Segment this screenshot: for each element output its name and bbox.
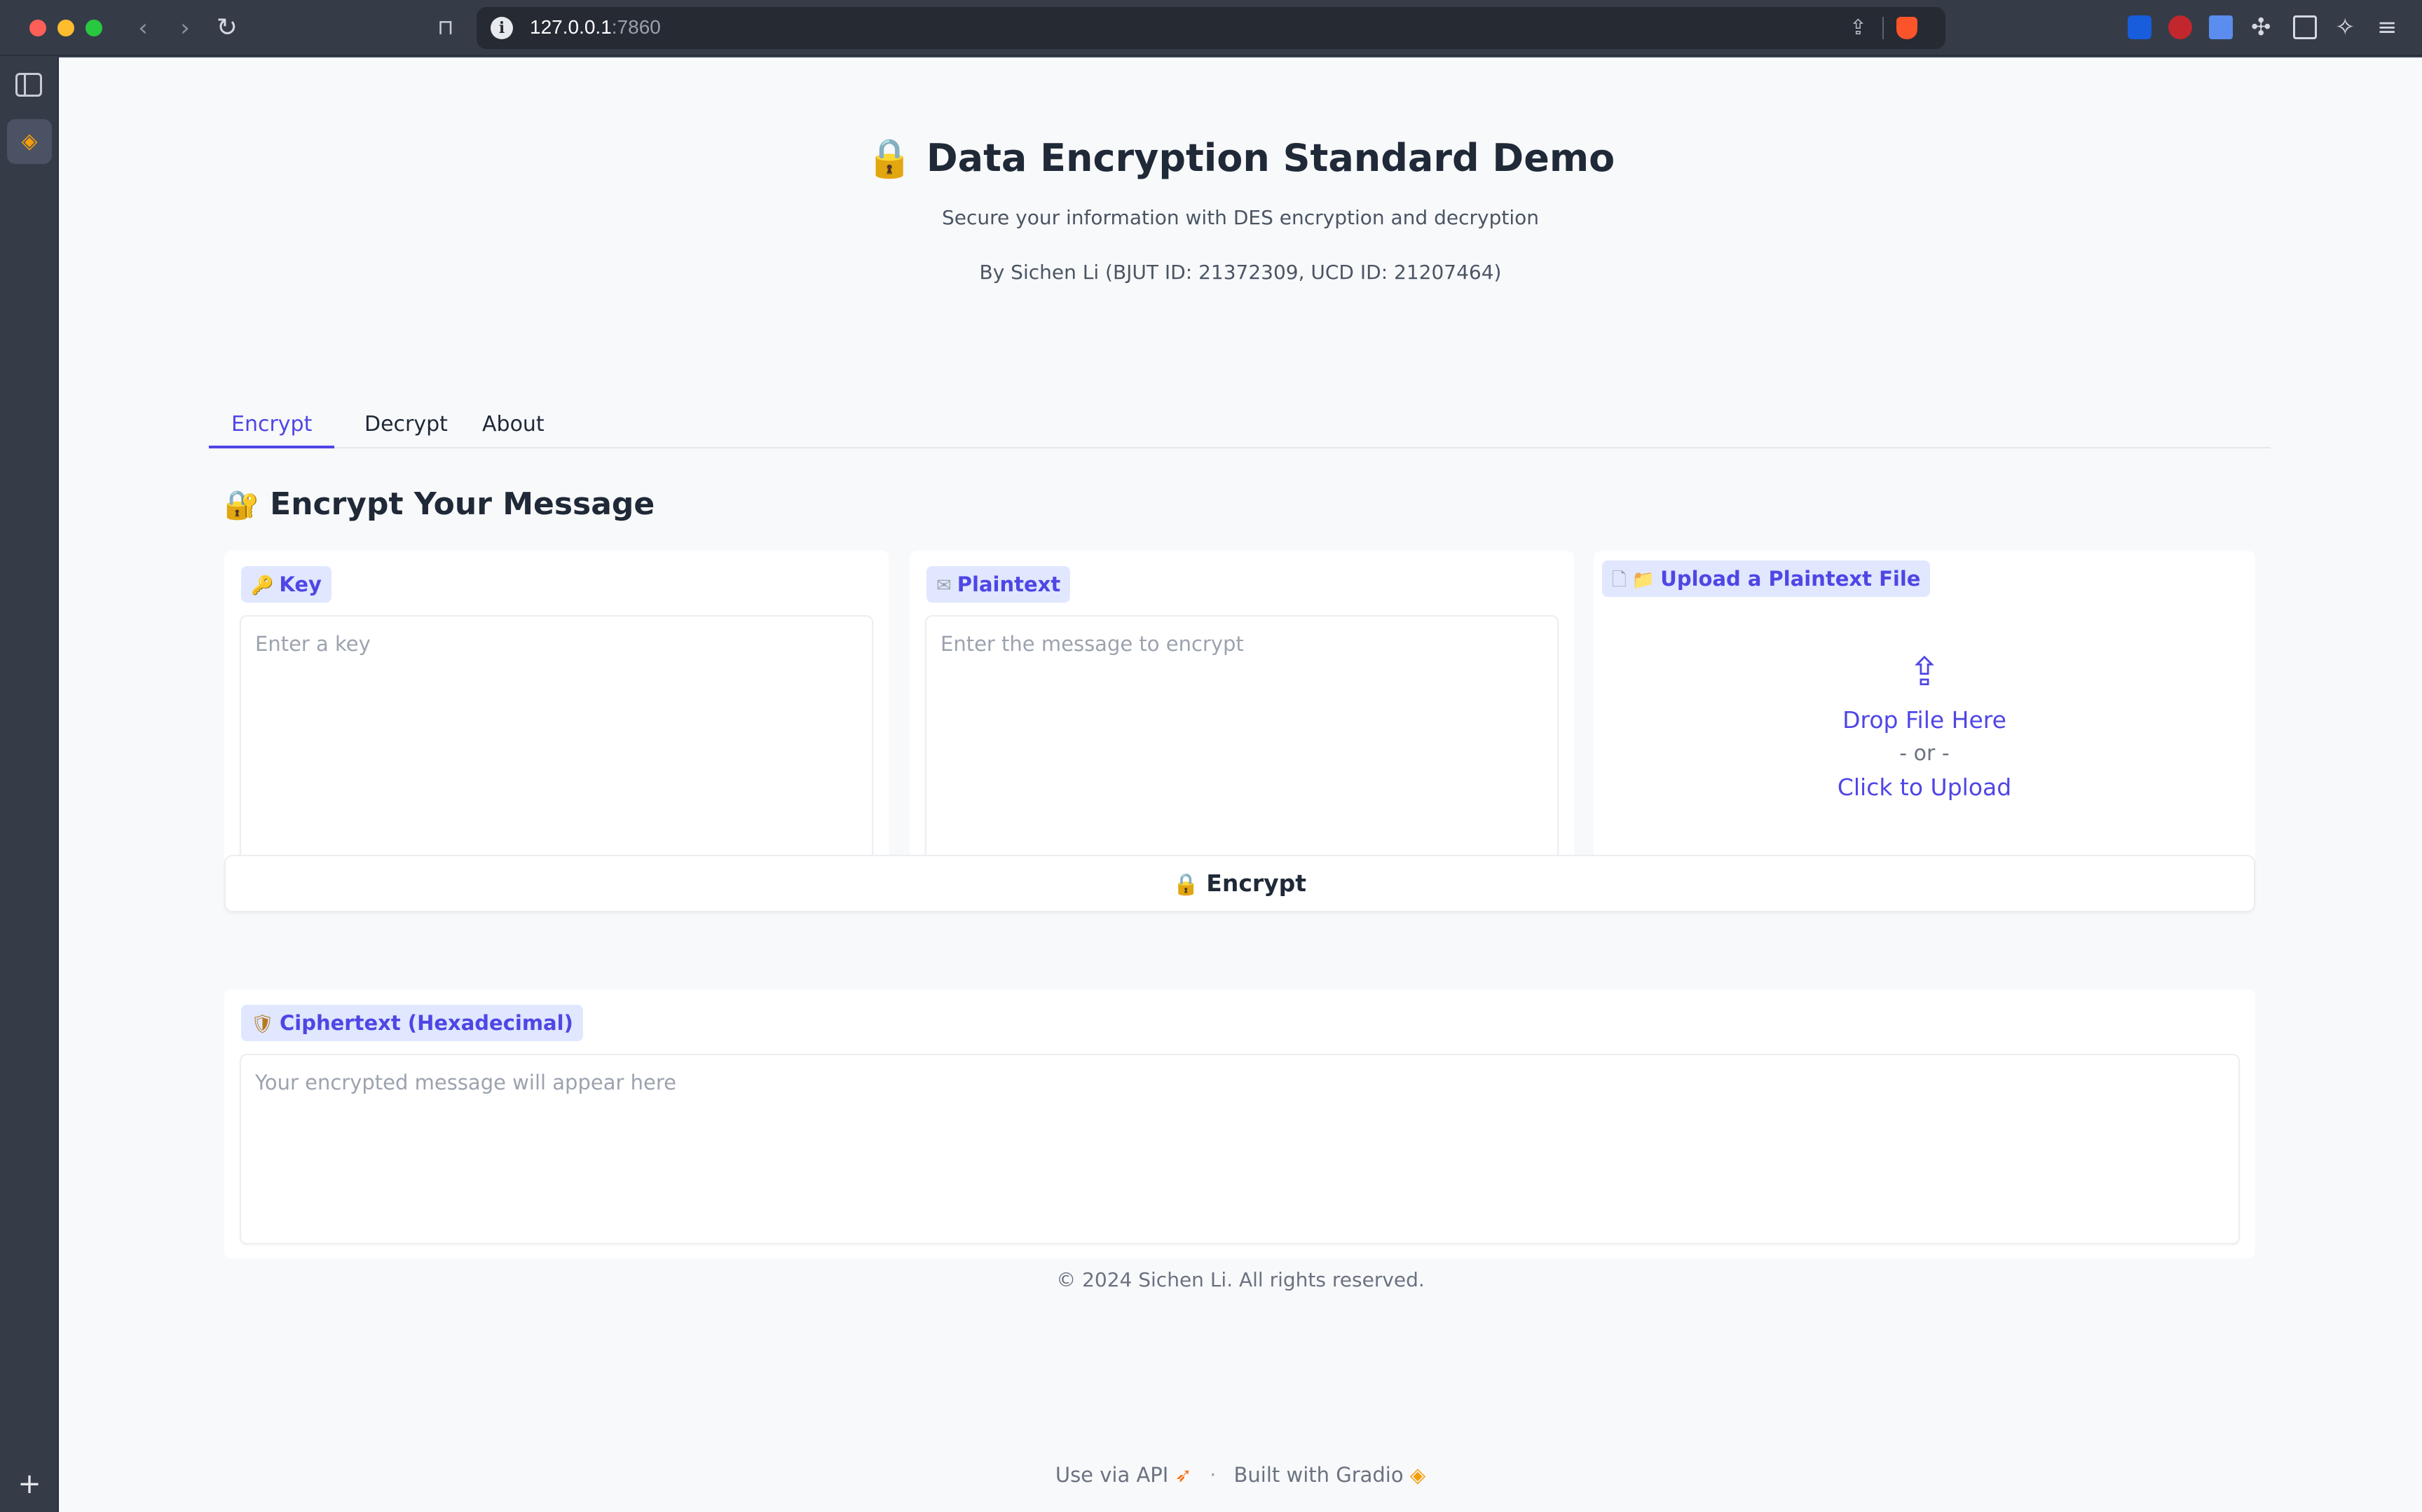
section-title: 🔐 Encrypt Your Message [224,486,655,522]
zoom-window-button[interactable] [85,20,102,36]
document-extension-icon[interactable] [2209,15,2233,39]
url-port: :7860 [611,16,661,38]
sidebar-toggle-icon[interactable] [15,73,42,97]
page-title-text: Data Encryption Standard Demo [926,136,1615,180]
gradio-app: 🔒 Data Encryption Standard Demo Secure y… [59,57,2422,1512]
or-divider-text: - or - [1899,741,1950,766]
ciphertext-output[interactable] [240,1054,2240,1244]
key-panel: 🔑 Key [224,551,889,874]
brave-shields-icon[interactable] [1896,17,1917,39]
forward-icon[interactable]: › [171,14,199,42]
share-icon[interactable]: ⇪ [1849,15,1867,40]
extensions-puzzle-icon[interactable]: ✣ [2251,15,2275,39]
ublock-extension-icon[interactable] [2168,15,2192,39]
minimize-window-button[interactable] [57,20,74,36]
gradio-tab-icon[interactable]: ◈ [7,119,52,164]
author-byline: By Sichen Li (BJUT ID: 21372309, UCD ID:… [979,261,1502,284]
encrypt-button-label: Encrypt [1206,870,1307,897]
url-host: 127.0.0.1 [530,16,612,38]
bookmark-icon[interactable]: ⊓ [432,14,460,42]
key-input[interactable] [240,615,873,860]
footer-separator: · [1210,1463,1217,1487]
url-divider [1882,17,1884,39]
upload-label-text: Upload a Plaintext File [1660,567,1921,591]
key-label-text: Key [279,572,322,596]
copyright-text: © 2024 Sichen Li. All rights reserved. [1056,1268,1425,1291]
new-tab-plus-icon[interactable]: + [15,1470,43,1498]
lock-icon: 🔒 [866,136,914,180]
key-icon: 🔑 [251,575,274,596]
address-bar[interactable]: i 127.0.0.1:7860 ⇪ [477,7,1945,49]
lock-icon: 🔒 [1172,872,1200,897]
ciphertext-label-text: Ciphertext (Hexadecimal) [280,1011,573,1035]
tab-about[interactable]: About [460,412,567,448]
sidebar-panel-icon[interactable] [2293,15,2317,39]
folder-icon: 📁 [1631,570,1655,591]
click-to-upload-link[interactable]: Click to Upload [1594,774,2255,801]
plaintext-input[interactable] [925,615,1559,860]
section-title-text: Encrypt Your Message [270,486,655,522]
use-via-api-link[interactable]: Use via API [1055,1463,1168,1487]
gradio-logo-icon: ◈ [1409,1463,1426,1487]
browser-toolbar: ‹ › ↻ ⊓ i 127.0.0.1:7860 ⇪ ✣ ✧ ≡ [0,0,2422,56]
upload-label: 🗋 📁 Upload a Plaintext File [1602,561,1931,597]
ciphertext-panel: 🛡 Ciphertext (Hexadecimal) [224,989,2255,1258]
bitwarden-extension-icon[interactable] [2128,15,2151,39]
file-icon: 🗋 [1612,570,1627,591]
encrypt-button[interactable]: 🔒 Encrypt [224,855,2255,912]
upload-icon: ⇪ [1908,650,1941,695]
back-icon[interactable]: ‹ [129,14,157,42]
site-info-icon[interactable]: i [491,17,513,39]
page-subtitle: Secure your information with DES encrypt… [942,206,1539,229]
shield-icon: 🛡 [251,1014,275,1035]
plaintext-panel: ✉ Plaintext [910,551,1574,874]
envelope-icon: ✉ [936,575,952,596]
built-with-gradio-link[interactable]: Built with Gradio [1234,1463,1404,1487]
page-title: 🔒 Data Encryption Standard Demo [59,136,2422,181]
reload-icon[interactable]: ↻ [213,14,241,42]
lock-with-key-icon: 🔐 [224,489,259,521]
drop-file-text: Drop File Here [1842,706,2006,734]
tab-bar: Encrypt Decrypt About [209,399,2271,448]
rocket-icon: ➶ [1175,1463,1192,1487]
close-window-button[interactable] [29,20,46,36]
plaintext-label: ✉ Plaintext [926,566,1071,603]
footer-links: Use via API ➶ · Built with Gradio ◈ [59,1463,2422,1487]
file-upload-dropzone[interactable]: 🗋 📁 Upload a Plaintext File ⇪ Drop File He… [1594,551,2255,887]
vertical-tab-bar: ◈ + [0,56,59,1512]
tab-encrypt[interactable]: Encrypt [209,412,335,448]
leo-ai-icon[interactable]: ✧ [2335,15,2359,39]
plaintext-label-text: Plaintext [957,572,1061,596]
url-text[interactable]: 127.0.0.1:7860 [530,16,661,39]
menu-icon[interactable]: ≡ [2377,15,2401,39]
ciphertext-label: 🛡 Ciphertext (Hexadecimal) [241,1005,583,1041]
tab-decrypt[interactable]: Decrypt [342,412,470,448]
key-label: 🔑 Key [241,566,331,603]
